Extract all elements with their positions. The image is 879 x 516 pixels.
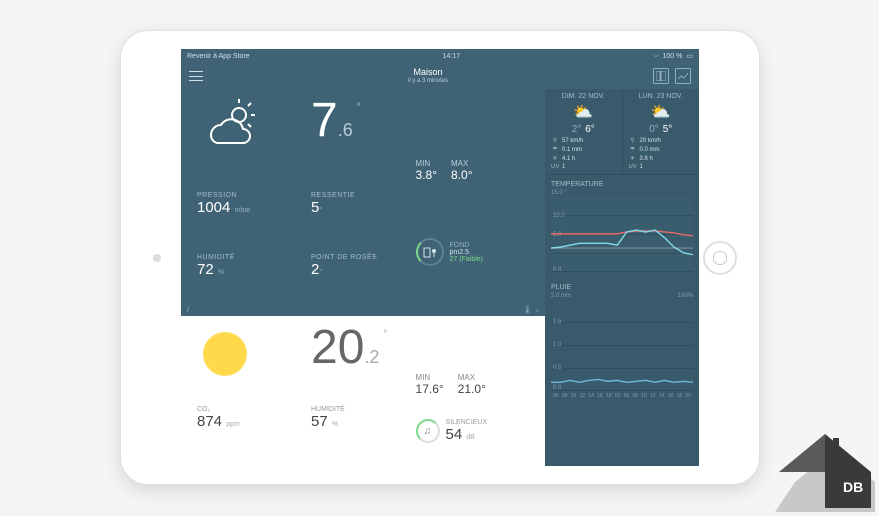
humidity-label: HUMIDITÉ (197, 254, 301, 261)
sun-icon (197, 326, 301, 402)
building-tree-icon (423, 246, 437, 258)
thermometer-icon: 🌡 ↓ (523, 305, 539, 314)
temp-whole: 7 (311, 94, 338, 147)
forecast-date: LUN. 23 NOV. (629, 93, 694, 100)
menu-button[interactable] (189, 71, 203, 81)
forecast-day-0[interactable]: DIM. 22 NOV. ⛅ 2°6° ⚲57 km/h ☂0.1 mm ☀4.… (545, 89, 623, 174)
forecast-uv: 1 (562, 164, 565, 170)
air-quality-ring[interactable] (416, 238, 444, 266)
indoor-min: 17.6° (416, 382, 444, 396)
weather-icon-cloud-sun (197, 99, 301, 188)
fond-label: FOND (450, 242, 483, 249)
wind-icon: ⚲ (629, 137, 637, 144)
indoor-hum-unit: % (332, 421, 338, 428)
forecast-day-1[interactable]: LUN. 23 NOV. ⛅ 0° 5° ⚲20 km/h ☂0.0 mm ☀3.… (623, 89, 700, 174)
y-label: 0.0 (553, 267, 561, 273)
layout-button[interactable] (653, 68, 669, 84)
back-to-store[interactable]: Revenir à App Store (187, 53, 250, 60)
temp-lines (551, 196, 693, 268)
sun-hours-icon: ☀ (629, 155, 637, 162)
cloud-sun-icon: ⛅ (629, 102, 694, 122)
forecast-lo: 2° (572, 124, 582, 135)
feels-label: RESSENTIE (311, 192, 406, 199)
dew-label: POINT DE ROSÉE (311, 254, 406, 261)
rain-icon: ☂ (551, 146, 559, 153)
forecast-rain: 0.1 mm (562, 147, 582, 153)
graph-button[interactable] (675, 68, 691, 84)
sound-ring: ♫ (416, 419, 440, 443)
rain-chart[interactable]: PLUIE 2.0 mm 100% 1.5 1.0 0.5 0. (545, 278, 699, 405)
fond-value: 27 (Faible) (450, 256, 483, 263)
humidity-unit: % (218, 269, 224, 276)
status-bar: Revenir à App Store 14:17 ⌵ 100 % ▭ (181, 49, 699, 63)
rain-line (551, 299, 693, 386)
chart-title: PLUIE (551, 284, 571, 291)
indoor-temp-whole: 20 (311, 321, 364, 374)
rain-icon: ☂ (629, 146, 637, 153)
app-header: Maison il y a 3 minutes (181, 63, 699, 89)
sound-label: SILENCIEUX (446, 419, 488, 426)
info-icon[interactable]: i (187, 305, 189, 314)
home-button[interactable] (703, 241, 737, 275)
forecast-date: DIM. 22 NOV. (551, 93, 616, 100)
chart-title: TEMPERATURE (551, 181, 693, 188)
outdoor-max: 8.0° (451, 168, 472, 182)
sun-hours-icon: ☀ (551, 155, 559, 162)
forecast-wind: 20 km/h (640, 138, 661, 144)
co2-label: CO₂ (197, 406, 301, 413)
sound-value: 54 (446, 426, 463, 443)
battery-text: 100 % (663, 53, 683, 60)
battery-icon: ▭ (686, 52, 693, 60)
indoor-temp: 20.2° (311, 326, 406, 402)
wind-icon: ⚲ (551, 137, 559, 144)
indoor-panel: 20.2° MIN17.6° MAX21.0° CO₂ 874 ppm HUMI… (181, 316, 545, 466)
pressure-unit: mbar (235, 207, 251, 214)
camera-dot (153, 254, 161, 262)
max-label: MAX (451, 159, 472, 168)
y-label: 0.0 (553, 385, 561, 391)
music-note-icon: ♫ (424, 426, 432, 437)
forecast-hi: 6° (585, 124, 595, 135)
bluetooth-icon: ⌵ (653, 52, 658, 60)
forecast-sun: 4.1 h (562, 156, 575, 162)
co2-unit: ppm (226, 421, 240, 428)
forecast-lo: 0° (649, 124, 659, 135)
pressure-label: PRESSION (197, 192, 301, 199)
humidity-value: 72 (197, 261, 214, 278)
sound-unit: dB (466, 434, 475, 441)
last-update: il y a 3 minutes (408, 78, 448, 85)
temperature-chart[interactable]: TEMPERATURE 15.0 ° 10.0 5.0 0.0 (545, 175, 699, 278)
house-logo-icon: DB (775, 430, 875, 512)
forecast-hi: 5° (663, 124, 673, 135)
uv-label: UV (629, 164, 637, 170)
forecast-wind: 57 km/h (562, 138, 583, 144)
outdoor-temp: 7.6° (311, 99, 406, 188)
outdoor-min: 3.8° (416, 168, 437, 182)
indoor-min-label: MIN (416, 373, 444, 382)
indoor-max: 21.0° (458, 382, 486, 396)
co2-value: 874 (197, 413, 222, 430)
forecast-row[interactable]: DIM. 22 NOV. ⛅ 2°6° ⚲57 km/h ☂0.1 mm ☀4.… (545, 89, 699, 175)
side-panel: DIM. 22 NOV. ⛅ 2°6° ⚲57 km/h ☂0.1 mm ☀4.… (545, 89, 699, 466)
uv-label: UV (551, 164, 559, 170)
temp-dec: .6 (338, 120, 353, 140)
status-time: 14:17 (443, 53, 461, 60)
forecast-uv: 1 (640, 164, 643, 170)
min-label: MIN (416, 159, 437, 168)
indoor-max-label: MAX (458, 373, 486, 382)
cloud-sun-icon: ⛅ (551, 102, 616, 122)
outdoor-panel: 7.6° MIN3.8° MAX8.0° PRESSION 1004 mbar … (181, 89, 545, 316)
tablet-frame: Revenir à App Store 14:17 ⌵ 100 % ▭ Mais… (120, 30, 760, 485)
forecast-sun: 3.6 h (640, 156, 653, 162)
location-title[interactable]: Maison (408, 68, 448, 78)
fond-pm: pm2.5 (450, 249, 483, 256)
x-axis-labels: 06081012141618000608101214161800 (551, 391, 693, 399)
indoor-hum-label: HUMIDITÉ (311, 406, 406, 413)
forecast-rain: 0.0 mm (640, 147, 660, 153)
indoor-temp-dec: .2 (364, 347, 379, 367)
indoor-hum-value: 57 (311, 413, 328, 430)
pressure-value: 1004 (197, 199, 230, 216)
svg-text:DB: DB (843, 479, 863, 495)
app-screen: Revenir à App Store 14:17 ⌵ 100 % ▭ Mais… (181, 49, 699, 466)
